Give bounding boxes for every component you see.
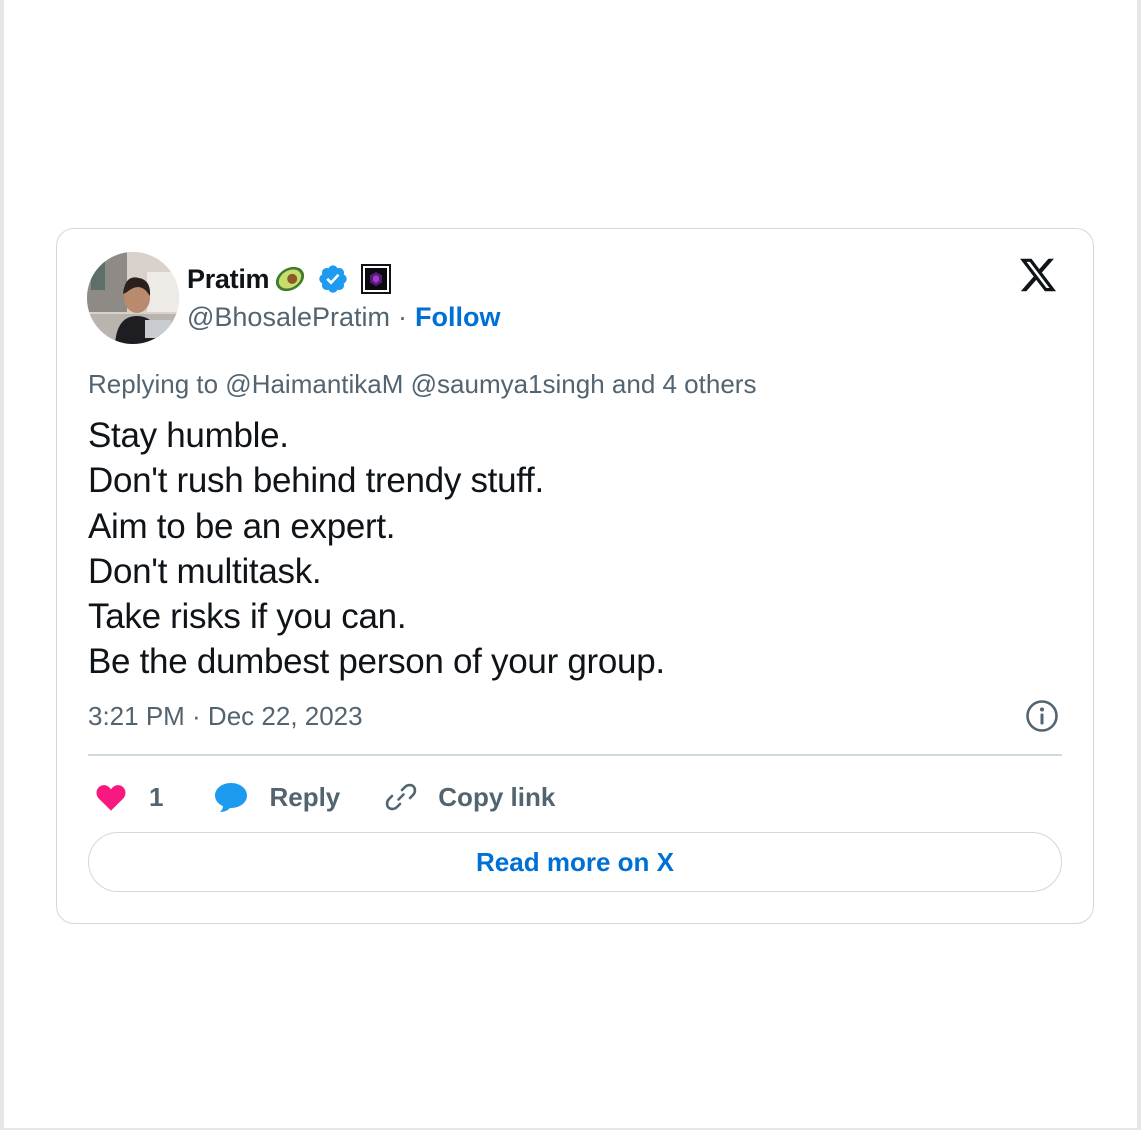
verified-badge-icon (317, 263, 349, 295)
divider (88, 754, 1062, 756)
affiliate-badge-icon[interactable] (361, 264, 392, 294)
speech-bubble-icon (213, 780, 249, 814)
author-name-row: Pratim (187, 261, 392, 297)
author-name[interactable]: Pratim (187, 264, 270, 295)
action-bar: 1 Reply Copy link (93, 777, 555, 817)
tweet-line: Take risks if you can. (88, 597, 407, 637)
author-handle[interactable]: @BhosalePratim (187, 302, 390, 333)
tweet-timestamp[interactable]: 3:21 PM · Dec 22, 2023 (88, 701, 363, 732)
tweet-line: Be the dumbest person of your group. (88, 642, 665, 682)
tweet-line: Don't rush behind trendy stuff. (88, 461, 544, 501)
tweet-line: Don't multitask. (88, 551, 322, 591)
reply-label: Reply (269, 781, 341, 812)
copy-link-label: Copy link (438, 781, 556, 812)
x-logo-icon[interactable] (1017, 255, 1059, 295)
author-handle-row: @BhosalePratim · Follow (187, 302, 500, 333)
page: Pratim @BhosalePratim · Follow Replying … (0, 0, 1141, 1130)
info-icon[interactable] (1025, 699, 1059, 733)
tweet-embed-card: Pratim @BhosalePratim · Follow Replying … (56, 228, 1094, 924)
like-count: 1 (149, 781, 164, 812)
read-more-button[interactable]: Read more on X (88, 832, 1062, 892)
avatar[interactable] (87, 252, 179, 344)
reply-button[interactable]: Reply (213, 777, 384, 817)
heart-icon (93, 780, 129, 814)
follow-link[interactable]: Follow (415, 302, 500, 333)
link-icon (384, 780, 418, 814)
tweet-line: Stay humble. (88, 416, 289, 455)
tweet-text: Stay humble. Don't rush behind trendy st… (88, 413, 1068, 685)
replying-to-text[interactable]: Replying to @HaimantikaM @saumya1singh a… (88, 369, 756, 400)
tweet-line: Aim to be an expert. (88, 506, 396, 546)
like-button[interactable]: 1 (93, 777, 213, 817)
avocado-emoji-icon (273, 264, 307, 294)
copy-link-button[interactable]: Copy link (384, 777, 555, 817)
separator-dot: · (398, 302, 407, 332)
